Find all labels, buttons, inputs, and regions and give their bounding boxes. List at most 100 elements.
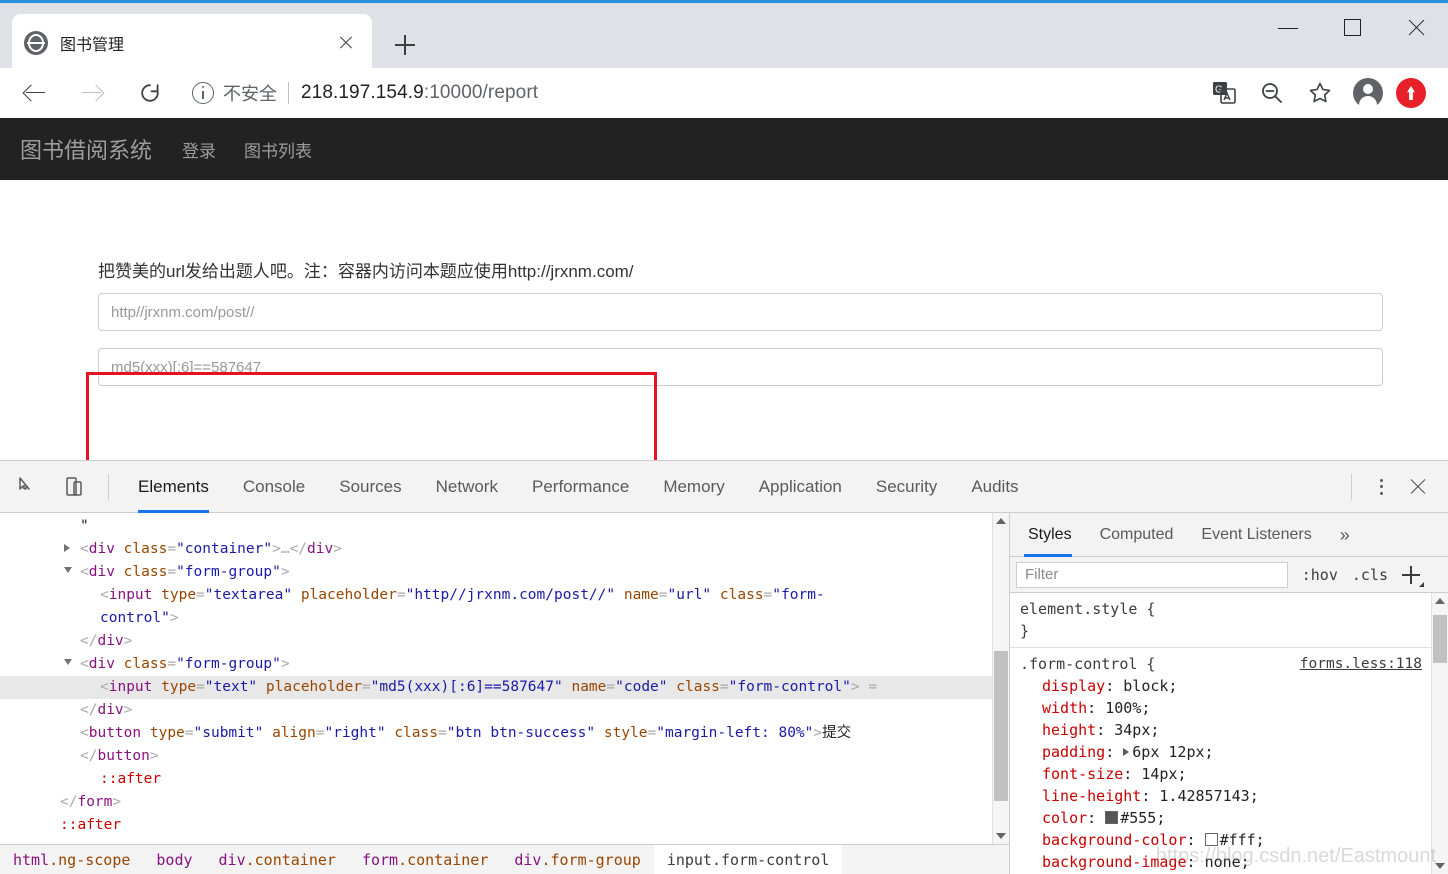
dom-tree-row[interactable]: <div class="form-group"> <box>0 561 1009 584</box>
dom-tree-row[interactable]: ::after <box>0 814 1009 837</box>
browser-tab[interactable]: 图书管理 <box>12 14 372 71</box>
breadcrumb-item-input[interactable]: input.form-control <box>653 844 843 874</box>
minimize-window-button[interactable] <box>1256 6 1320 50</box>
dom-tree-row[interactable]: </div> <box>0 630 1009 653</box>
css-property: background-color <box>1042 831 1187 849</box>
color-swatch[interactable] <box>1204 833 1218 846</box>
css-declaration[interactable]: padding: 6px 12px; <box>1020 741 1432 763</box>
dom-tree-row[interactable]: </button> <box>0 745 1009 768</box>
css-declaration[interactable]: color: #555; <box>1020 807 1432 829</box>
dom-tree-row[interactable]: </form> <box>0 791 1009 814</box>
new-tab-button[interactable] <box>388 28 422 62</box>
scroll-up-arrow-icon[interactable] <box>996 518 1006 524</box>
dom-tree-pane[interactable]: " <div class="container">…</div> <div clas… <box>0 513 1010 874</box>
breadcrumb[interactable]: html.ng-scope body div.container form.conta… <box>0 844 1009 874</box>
styles-filter-input[interactable]: Filter <box>1016 561 1288 588</box>
close-devtools-icon[interactable] <box>1398 467 1438 507</box>
dom-tree-row[interactable]: ::after <box>0 768 1009 791</box>
site-info-icon[interactable] <box>192 82 214 104</box>
nav-link-booklist[interactable]: 图书列表 <box>244 137 312 162</box>
nav-link-login[interactable]: 登录 <box>182 137 216 162</box>
page-viewport: 图书借阅系统 登录 图书列表 把赞美的url发给出题人吧。注：容器内访问本题应使… <box>0 118 1448 460</box>
breadcrumb-item-div[interactable]: div.form-group <box>501 845 653 874</box>
dom-tree-row-text: <div class="form-group"> <box>80 564 290 580</box>
collapse-twisty-icon[interactable] <box>64 659 72 665</box>
breadcrumb-item-div[interactable]: div.container <box>206 845 349 874</box>
styles-pane: Styles Computed Event Listeners » Filter… <box>1010 513 1448 874</box>
collapse-twisty-icon[interactable] <box>64 567 72 573</box>
url-input[interactable] <box>98 293 1383 332</box>
update-arrow-icon[interactable] <box>1396 78 1426 108</box>
dom-tree-row[interactable]: <input type="text" placeholder="md5(xxx)… <box>0 676 1009 699</box>
close-window-button[interactable] <box>1384 6 1448 50</box>
css-declaration[interactable]: background-image: none; <box>1020 851 1432 873</box>
tab-console[interactable]: Console <box>226 461 322 513</box>
dom-tree-row-text: </div> <box>80 633 133 649</box>
browser-chrome: 图书管理 <box>0 0 1448 71</box>
styles-scroll-down-arrow-icon[interactable] <box>1435 863 1445 869</box>
styles-scrollbar-thumb[interactable] <box>1433 615 1447 663</box>
dom-tree-row-text: <div class="form-group"> <box>80 656 290 672</box>
dom-tree-row[interactable]: <div class="form-group"> <box>0 653 1009 676</box>
bookmark-star-icon[interactable] <box>1296 71 1344 115</box>
css-declaration[interactable]: height: 34px; <box>1020 719 1432 741</box>
form-control-rule-block[interactable]: .form-control { forms.less:118 display: … <box>1010 648 1432 874</box>
back-button[interactable] <box>10 69 58 117</box>
breadcrumb-item-body[interactable]: body <box>143 845 205 874</box>
cls-toggle[interactable]: .cls <box>1352 566 1388 584</box>
dom-scrollbar[interactable] <box>992 513 1009 844</box>
dom-tree[interactable]: " <div class="container">…</div> <div clas… <box>0 513 1009 860</box>
forward-button[interactable] <box>68 69 116 117</box>
dom-scrollbar-thumb[interactable] <box>994 651 1008 801</box>
inspect-element-icon[interactable] <box>8 467 48 507</box>
dom-tree-row[interactable]: <div class="container">…</div> <box>0 538 1009 561</box>
css-value: block; <box>1123 677 1178 695</box>
zoom-out-icon[interactable] <box>1248 71 1296 115</box>
breadcrumb-item-form[interactable]: form.container <box>349 845 501 874</box>
reload-button[interactable] <box>126 69 174 117</box>
element-style-block[interactable]: element.style { } <box>1010 593 1432 648</box>
css-value: 100%; <box>1105 699 1151 717</box>
css-declaration[interactable]: background-color: #fff; <box>1020 829 1432 851</box>
maximize-window-button[interactable] <box>1320 6 1384 50</box>
address-bar[interactable]: 不安全 218.197.154.9:10000/report <box>182 75 1186 111</box>
tab-application[interactable]: Application <box>742 461 859 513</box>
tab-performance[interactable]: Performance <box>515 461 646 513</box>
site-brand[interactable]: 图书借阅系统 <box>20 133 152 165</box>
dom-tree-row[interactable]: <button type="submit" align="right" clas… <box>0 722 1009 745</box>
tab-event-listeners[interactable]: Event Listeners <box>1187 513 1325 557</box>
hov-toggle[interactable]: :hov <box>1302 566 1338 584</box>
device-toolbar-icon[interactable] <box>56 467 96 507</box>
tab-computed[interactable]: Computed <box>1086 513 1188 557</box>
more-options-icon[interactable] <box>1364 470 1398 504</box>
more-tabs-chevron-icon[interactable]: » <box>1326 513 1364 557</box>
expand-shorthand-icon[interactable] <box>1123 748 1130 756</box>
styles-scrollbar[interactable] <box>1431 593 1448 874</box>
css-declaration[interactable]: display: block; <box>1020 675 1432 697</box>
code-input[interactable] <box>98 348 1383 387</box>
css-value: 14px; <box>1141 765 1187 783</box>
new-style-rule-button[interactable] <box>1398 562 1424 588</box>
profile-avatar[interactable] <box>1353 78 1383 110</box>
tab-styles[interactable]: Styles <box>1010 513 1086 557</box>
tab-security[interactable]: Security <box>859 461 954 513</box>
translate-icon[interactable]: G <box>1200 71 1248 115</box>
color-swatch[interactable] <box>1105 811 1119 824</box>
css-declaration[interactable]: font-size: 14px; <box>1020 763 1432 785</box>
tab-elements[interactable]: Elements <box>121 461 226 513</box>
tab-network[interactable]: Network <box>419 461 515 513</box>
dom-tree-row[interactable]: <input type="textarea" placeholder="http… <box>0 584 1009 630</box>
dom-tree-row[interactable]: </div> <box>0 699 1009 722</box>
css-declaration[interactable]: width: 100%; <box>1020 697 1432 719</box>
breadcrumb-item-html[interactable]: html.ng-scope <box>0 845 143 874</box>
close-tab-icon[interactable] <box>332 29 360 57</box>
css-declaration[interactable]: line-height: 1.42857143; <box>1020 785 1432 807</box>
rule-source-link[interactable]: forms.less:118 <box>1300 653 1422 675</box>
tab-sources[interactable]: Sources <box>322 461 418 513</box>
expand-twisty-icon[interactable] <box>64 544 70 552</box>
styles-scroll-up-arrow-icon[interactable] <box>1435 598 1445 604</box>
dom-tree-row[interactable]: " <box>0 515 1009 538</box>
scroll-down-arrow-icon[interactable] <box>996 833 1006 839</box>
tab-memory[interactable]: Memory <box>646 461 741 513</box>
tab-audits[interactable]: Audits <box>954 461 1035 513</box>
